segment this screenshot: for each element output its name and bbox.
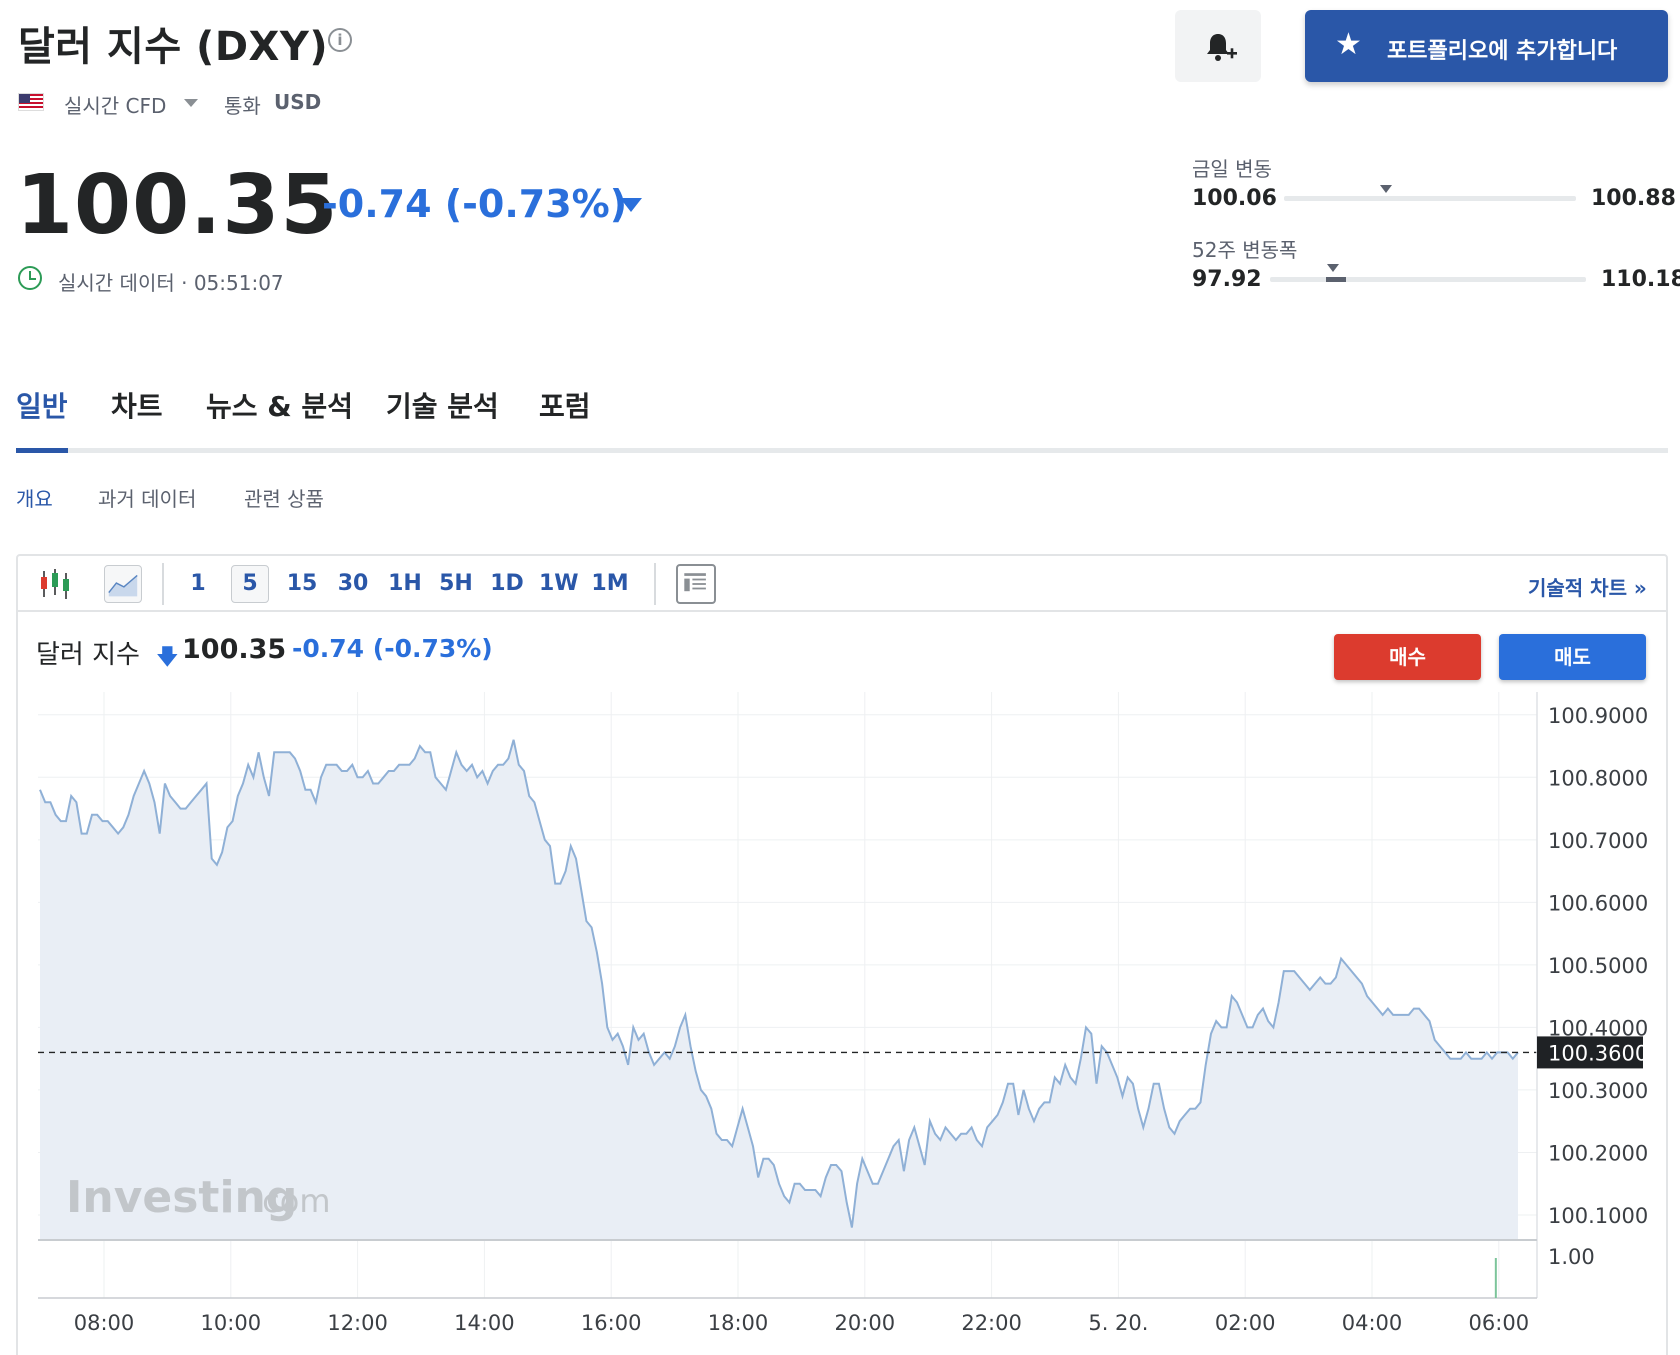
week52-range-high: 110.18 xyxy=(1601,267,1680,292)
star-icon: ★ xyxy=(1335,27,1362,62)
toolbar-separator xyxy=(162,563,164,605)
sell-button[interactable]: 매도 xyxy=(1499,634,1646,680)
timeframe-1w[interactable]: 1W xyxy=(539,571,579,596)
timeframe-1m[interactable]: 1M xyxy=(591,571,629,596)
week52-range-label: 52주 변동폭 xyxy=(1192,238,1298,262)
timeframe-5h[interactable]: 5H xyxy=(438,571,474,596)
timeframe-1[interactable]: 1 xyxy=(186,571,210,596)
tab-forum[interactable]: 포럼 xyxy=(539,385,591,425)
tab-technical-analysis[interactable]: 기술 분석 xyxy=(386,385,499,425)
subtab-overview[interactable]: 개요 xyxy=(16,483,53,512)
currency-value: USD xyxy=(274,90,322,114)
info-icon[interactable]: i xyxy=(328,28,352,52)
toolbar-separator xyxy=(654,563,656,605)
area-chart-icon[interactable] xyxy=(104,565,142,603)
create-alert-button[interactable] xyxy=(1175,10,1261,82)
layout-icon[interactable] xyxy=(676,564,716,604)
week52-range-fill xyxy=(1326,277,1346,282)
add-to-portfolio-label: 포트폴리오에 추가합니다 xyxy=(1387,39,1618,64)
timeframe-5[interactable]: 5 xyxy=(231,565,269,603)
bell-plus-icon xyxy=(1207,34,1237,61)
candlestick-icon[interactable] xyxy=(36,565,74,603)
last-price: 100.35 xyxy=(16,158,339,253)
toolbar-divider xyxy=(18,610,1666,612)
timeframe-1d[interactable]: 1D xyxy=(490,571,524,596)
arrow-down-icon: 🡇 xyxy=(156,645,179,670)
day-range-bar xyxy=(1284,196,1576,201)
day-range-marker xyxy=(1380,185,1393,193)
day-range-high: 100.88 xyxy=(1591,186,1676,211)
chevron-down-icon[interactable] xyxy=(184,99,198,107)
subtab-related-products[interactable]: 관련 상품 xyxy=(244,483,324,512)
day-range-label: 금일 변동 xyxy=(1192,157,1272,181)
market-type-dropdown[interactable]: 실시간 CFD xyxy=(64,90,166,119)
instrument-title: 달러 지수 (DXY) xyxy=(18,24,329,70)
clock-icon xyxy=(18,266,42,290)
week52-range-bar xyxy=(1270,277,1586,282)
subtab-historical-data[interactable]: 과거 데이터 xyxy=(98,483,196,512)
active-tab-indicator xyxy=(16,448,68,453)
chart-price-change: -0.74 (-0.73%) xyxy=(292,634,493,663)
tab-news-analysis[interactable]: 뉴스 & 분석 xyxy=(206,385,353,425)
tab-general[interactable]: 일반 xyxy=(16,385,68,425)
price-change: -0.74 (-0.73%) xyxy=(322,182,628,226)
chart-instrument-name: 달러 지수 xyxy=(36,640,140,670)
week52-range-marker xyxy=(1327,264,1340,272)
buy-button[interactable]: 매수 xyxy=(1334,634,1481,680)
add-to-portfolio-button[interactable]: ★ 포트폴리오에 추가합니다 xyxy=(1305,10,1668,82)
technical-chart-link[interactable]: 기술적 차트 » xyxy=(1528,572,1647,601)
day-range-low: 100.06 xyxy=(1192,186,1277,211)
tab-chart[interactable]: 차트 xyxy=(111,385,163,425)
down-arrow-icon xyxy=(620,198,642,212)
week52-range-low: 97.92 xyxy=(1192,267,1262,292)
chart-last-price: 100.35 xyxy=(182,634,287,665)
realtime-timestamp: 실시간 데이터 · 05:51:07 xyxy=(58,271,284,295)
timeframe-1h[interactable]: 1H xyxy=(388,571,422,596)
timeframe-15[interactable]: 15 xyxy=(286,571,318,596)
us-flag-icon xyxy=(18,93,44,111)
timeframe-30[interactable]: 30 xyxy=(337,571,369,596)
tab-rail xyxy=(16,448,1668,453)
currency-label: 통화 xyxy=(224,94,261,118)
